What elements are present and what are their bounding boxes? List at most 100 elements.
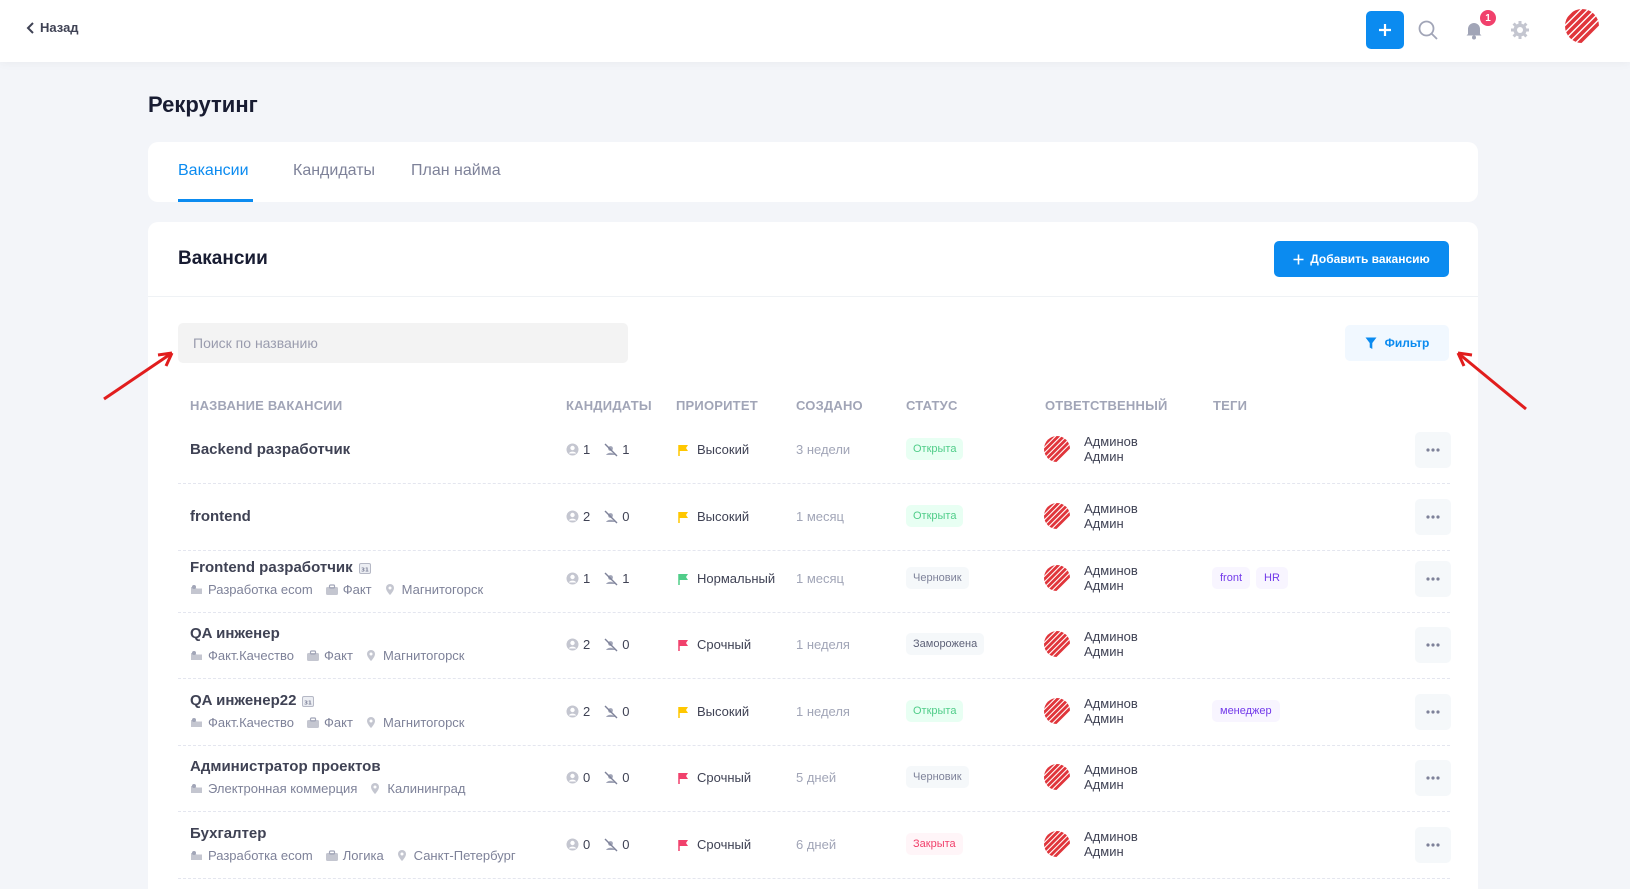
candidates-count: 1	[583, 571, 591, 586]
owner[interactable]: Админов Админ	[1044, 563, 1138, 593]
created-ago: 1 месяц	[796, 509, 844, 524]
tab-vacancies[interactable]: Вакансии	[178, 162, 249, 180]
meta-text: Магнитогорск	[401, 582, 484, 597]
vacancy-name[interactable]: Frontend разработчик 31	[190, 559, 371, 576]
candidates-count: 2	[583, 509, 591, 524]
gear-icon	[1511, 21, 1529, 39]
table-row[interactable]: Бухгалтер Разработка ecom Логика Санкт-Пете…	[178, 812, 1451, 879]
quick-add-button[interactable]	[1366, 11, 1404, 49]
meta-text: Факт	[342, 582, 372, 597]
table-row[interactable]: Администратор проектов Электронная коммер…	[178, 745, 1451, 812]
meta-item: Электронная коммерция	[190, 781, 357, 796]
rejected-person-icon	[604, 838, 618, 851]
tag[interactable]: front	[1212, 567, 1251, 589]
rejected-count: 0	[622, 704, 630, 719]
page-title: Рекрутинг	[148, 92, 258, 117]
vacancy-name[interactable]: frontend	[190, 508, 251, 525]
search-icon	[1418, 20, 1438, 40]
meta-item: Логика	[325, 848, 384, 863]
folder-icon	[191, 718, 202, 727]
candidates-count: 0	[583, 770, 591, 785]
row-actions-button[interactable]	[1415, 760, 1451, 796]
avatar	[1044, 698, 1070, 724]
candidates-counts: 11	[566, 571, 629, 586]
vacancy-name[interactable]: QA инженер22 31	[190, 692, 315, 709]
avatar	[1044, 436, 1070, 462]
tab-hiring-plan[interactable]: План найма	[411, 162, 501, 180]
filter-icon	[1365, 337, 1377, 349]
priority: Высокий	[678, 704, 749, 719]
person-icon	[566, 572, 579, 585]
search-input[interactable]	[178, 323, 628, 363]
owner-name: Админов Админ	[1084, 434, 1138, 464]
priority-label: Срочный	[697, 770, 752, 785]
rejected-person-icon	[604, 705, 618, 718]
owner[interactable]: Админов Админ	[1044, 501, 1138, 531]
back-label: Назад	[40, 20, 79, 35]
rejected-count: 0	[622, 509, 630, 524]
owner-last-name: Админов	[1084, 829, 1138, 844]
vacancy-name[interactable]: Бухгалтер	[190, 825, 266, 842]
row-actions-button[interactable]	[1415, 694, 1451, 730]
add-vacancy-button[interactable]: Добавить вакансию	[1274, 241, 1449, 277]
vacancy-name[interactable]: Backend разработчик	[190, 441, 350, 458]
candidates-counts: 20	[566, 509, 629, 524]
status-badge: Черновик	[906, 567, 969, 589]
meta-item: Факт.Качество	[190, 715, 294, 730]
table-row[interactable]: QA инженер22 31 Факт.Качество Факт Магнитого…	[178, 679, 1451, 746]
header-vacancy-name: НАЗВАНИЕ ВАКАНСИИ	[190, 398, 343, 413]
vacancy-name-text: Администратор проектов	[190, 758, 381, 775]
plus-icon	[1379, 24, 1391, 36]
vacancy-name-text: QA инженер	[190, 625, 280, 642]
avatar	[1044, 764, 1070, 790]
vacancy-name[interactable]: QA инженер	[190, 625, 280, 642]
created-ago: 1 неделя	[796, 704, 850, 719]
candidates-counts: 20	[566, 637, 629, 652]
rejected-person-icon	[604, 638, 618, 651]
table-row[interactable]: QA инженер Факт.Качество Факт Магнитогорск 2…	[178, 612, 1451, 679]
row-actions-button[interactable]	[1415, 627, 1451, 663]
filter-button[interactable]: Фильтр	[1345, 325, 1449, 361]
table-row[interactable]: Backend разработчик 1 1 Высокий 3 недели Откр…	[178, 417, 1451, 484]
owner[interactable]: Админов Админ	[1044, 762, 1138, 792]
avatar	[1044, 503, 1070, 529]
owner[interactable]: Админов Админ	[1044, 829, 1138, 859]
flag-icon	[678, 772, 688, 784]
user-avatar[interactable]	[1565, 6, 1599, 46]
meta-item: Факт.Качество	[190, 648, 294, 663]
owner[interactable]: Админов Админ	[1044, 434, 1138, 464]
candidates-counts: 11	[566, 442, 629, 457]
tag[interactable]: HR	[1256, 567, 1288, 589]
meta-text: Разработка ecom	[208, 848, 313, 863]
meta-item: Факт	[325, 582, 372, 597]
priority: Срочный	[678, 837, 751, 852]
svg-text:31: 31	[361, 568, 369, 574]
owner[interactable]: Админов Админ	[1044, 696, 1138, 726]
owner[interactable]: Админов Админ	[1044, 629, 1138, 659]
annotation-arrow-right	[1456, 351, 1527, 411]
tags: front HR	[1212, 567, 1288, 589]
back-link[interactable]: Назад	[26, 20, 79, 35]
row-actions-button[interactable]	[1415, 827, 1451, 863]
briefcase-icon	[325, 584, 338, 595]
meta-text: Факт	[324, 715, 353, 730]
table-row[interactable]: frontend 2 0 Высокий 1 месяц Открыта Админов Ад…	[178, 484, 1451, 551]
row-actions-button[interactable]	[1415, 499, 1451, 535]
owner-first-name: Админ	[1084, 644, 1124, 659]
tag[interactable]: менеджер	[1212, 700, 1280, 722]
priority: Срочный	[678, 770, 751, 785]
table-row[interactable]: Frontend разработчик 31 Разработка ecom Фак…	[178, 546, 1451, 613]
priority-label: Нормальный	[697, 571, 776, 586]
more-dots-icon	[1426, 710, 1440, 714]
header-priority: ПРИОРИТЕТ	[676, 398, 758, 413]
tab-candidates[interactable]: Кандидаты	[293, 162, 375, 180]
status-badge: Открыта	[906, 505, 964, 527]
vacancy-name[interactable]: Администратор проектов	[190, 758, 381, 775]
settings-button[interactable]	[1506, 16, 1534, 44]
row-actions-button[interactable]	[1415, 561, 1451, 597]
created-ago: 1 неделя	[796, 637, 850, 652]
search-button[interactable]	[1414, 16, 1442, 44]
row-actions-button[interactable]	[1415, 432, 1451, 468]
meta-text: Логика	[342, 848, 384, 863]
tags: менеджер	[1212, 700, 1280, 722]
